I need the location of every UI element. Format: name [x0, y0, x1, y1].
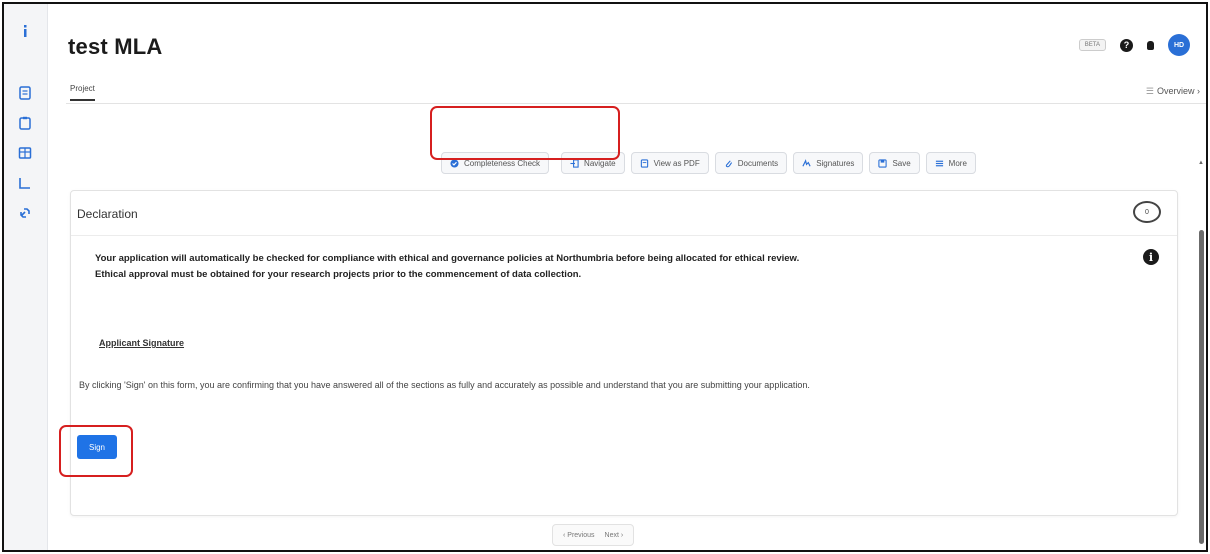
app-window: test MLA BETA ? HD Project ☰ Overview › C…: [2, 2, 1208, 552]
declaration-notice: Your application will automatically be c…: [95, 251, 1125, 283]
avatar[interactable]: HD: [1168, 34, 1190, 56]
highlight-completeness-check: [430, 106, 620, 160]
previous-button[interactable]: ‹ Previous: [563, 532, 595, 539]
card-divider: [71, 235, 1177, 236]
info-icon[interactable]: [18, 24, 32, 38]
view-as-pdf-button[interactable]: View as PDF: [630, 152, 709, 174]
tab-project[interactable]: Project: [70, 84, 95, 101]
link-icon[interactable]: [18, 206, 32, 220]
clipboard-icon[interactable]: [18, 116, 32, 130]
overview-icon: ☰: [1145, 86, 1154, 96]
menu-icon: [935, 159, 944, 168]
pdf-icon: [640, 158, 649, 168]
view-as-pdf-label: View as PDF: [653, 158, 700, 168]
highlight-sign-button: [59, 425, 133, 477]
signature-icon: [802, 158, 811, 168]
more-label: More: [948, 158, 967, 168]
notice-line-2: Ethical approval must be obtained for yo…: [95, 269, 582, 280]
notification-icon[interactable]: [1147, 40, 1154, 50]
documents-button[interactable]: Documents: [714, 152, 788, 174]
next-button[interactable]: Next ›: [605, 532, 624, 539]
pager: ‹ Previous Next ›: [552, 524, 635, 546]
save-icon: [878, 158, 888, 168]
declaration-title: Declaration: [77, 207, 138, 221]
comment-icon[interactable]: 0: [1133, 201, 1161, 223]
document-icon[interactable]: [18, 86, 32, 100]
beta-badge: BETA: [1078, 39, 1106, 51]
header-actions: BETA ? HD: [1078, 34, 1190, 56]
chevron-right-icon: ›: [1197, 86, 1200, 96]
sidebar: [4, 4, 48, 550]
documents-label: Documents: [737, 158, 779, 168]
signatures-button[interactable]: Signatures: [793, 152, 864, 174]
paperclip-icon: [724, 159, 733, 168]
more-button[interactable]: More: [925, 152, 976, 174]
save-label: Save: [892, 158, 911, 168]
confirmation-text: By clicking 'Sign' on this form, you are…: [79, 380, 810, 390]
table-icon[interactable]: [18, 146, 32, 160]
applicant-signature-heading: Applicant Signature: [99, 338, 185, 348]
chart-icon[interactable]: [18, 176, 32, 190]
scrollbar-thumb[interactable]: [1199, 230, 1204, 544]
help-icon[interactable]: ?: [1120, 38, 1133, 52]
scroll-up-arrow-icon[interactable]: ▲: [1198, 160, 1204, 166]
save-button[interactable]: Save: [869, 152, 920, 174]
page-title: test MLA: [68, 34, 163, 59]
tab-bar: Project ☰ Overview ›: [66, 80, 1206, 104]
signatures-label: Signatures: [816, 158, 855, 168]
info-circle-icon[interactable]: i: [1143, 249, 1159, 265]
overview-label: Overview: [1156, 86, 1195, 96]
overview-link[interactable]: ☰ Overview ›: [1146, 86, 1200, 97]
notice-line-1: Your application will automatically be c…: [95, 253, 800, 264]
declaration-card: Declaration 0 Your application will auto…: [70, 190, 1178, 516]
